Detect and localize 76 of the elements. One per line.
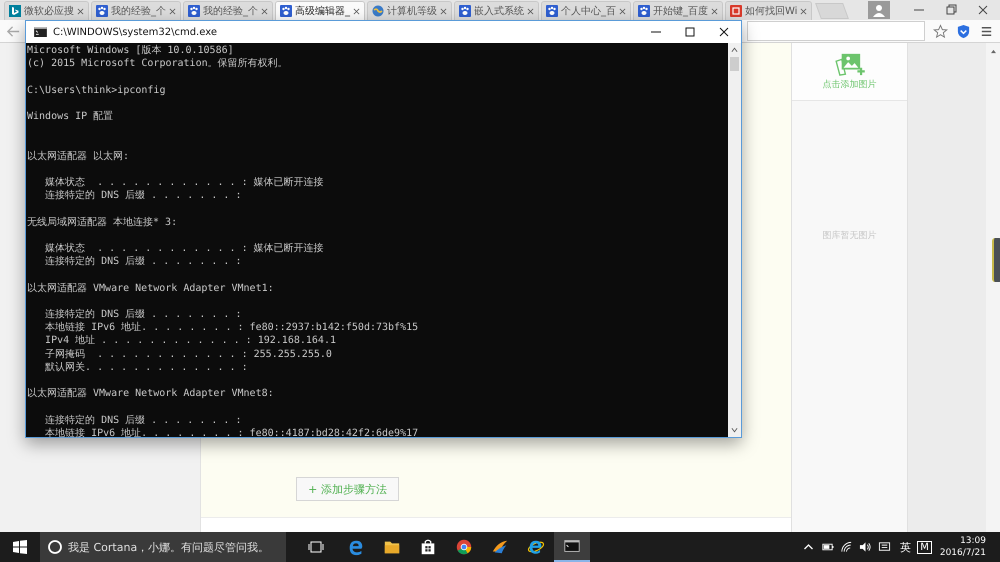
console-line: Windows IP 配置 [27,110,114,124]
paw-icon [280,5,292,17]
input-mode[interactable]: M [917,540,932,554]
notification-icon[interactable] [878,541,892,553]
console-line: 无线局域网适配器 本地连接* 3: [27,216,178,229]
console-line: (c) 2015 Microsoft Corporation。保留所有权利。 [27,57,289,70]
console-icon [563,537,581,555]
e-logo-icon [527,538,545,556]
console-icon [34,27,47,37]
close-icon[interactable] [619,8,626,14]
battery-icon[interactable] [821,541,834,553]
close-icon[interactable] [169,8,176,14]
console-line: 以太网适配器 VMware Network Adapter VMnet1: [27,282,275,295]
shield-icon[interactable] [956,24,971,38]
paw-icon [459,5,471,17]
task-view-icon[interactable] [308,540,324,554]
scroll-up-icon[interactable] [731,47,738,53]
scroll-thumb[interactable] [730,57,739,71]
close-icon[interactable] [711,8,718,14]
scroll-down-icon[interactable] [731,427,738,433]
console-line: 默认网关. . . . . . . . . . . . . : [44,360,249,374]
e-logo-icon [347,538,365,556]
circle-icon [48,540,62,554]
browser-tab[interactable]: 微软必应搜 [4,1,89,20]
scroll-up-icon[interactable] [990,49,996,54]
shopping-bag-icon [419,538,437,556]
close-icon[interactable] [353,8,360,14]
star-icon[interactable] [933,24,948,38]
close-icon[interactable] [440,8,447,14]
scrollbar[interactable] [728,43,741,437]
browser-tab[interactable]: 如何找回Wi [725,1,812,20]
browser-tab[interactable]: 开始键_百度 [633,1,723,20]
browser-tab[interactable]: 我的经验_个 [91,1,181,20]
browser-tab[interactable]: 计算机等级 [367,1,452,20]
window-title: C:\WINDOWS\system32\cmd.exe [53,26,218,38]
globe-icon [372,5,384,17]
console-line: 以太网适配器 VMware Network Adapter VMnet8: [27,387,275,400]
browser-tab[interactable]: 我的经验_个 [183,1,273,20]
close-icon[interactable] [77,8,84,14]
console-line: 连接特定的 DNS 后缀 . . . . . . . : [44,255,242,268]
close-icon[interactable] [527,8,534,14]
paw-icon [188,5,200,17]
browser-tab[interactable]: 嵌入式系统 [454,1,539,20]
console-line: IPv4 地址 . . . . . . . . . . . . : 192.168.164.1 [44,334,337,348]
close-icon[interactable] [800,8,808,14]
console-line: 子网掩码 . . . . . . . . . . . . : 255.255.255.0 [44,348,333,361]
close-icon[interactable] [261,8,268,14]
console-line: Microsoft Windows [版本 10.0.10586] [27,44,235,58]
paw-icon [546,5,558,17]
clock-date[interactable]: 2016/7/21 [940,547,986,559]
meter-widget[interactable] [992,238,1000,282]
paw-icon [638,5,650,17]
paw-icon [96,5,108,17]
cortana-search-field[interactable]: 我是 Cortana，小娜。有问题尽管问我。 [40,532,286,562]
console-line: 连接特定的 DNS 后缀 . . . . . . . : [44,414,242,427]
wing-icon [491,538,509,556]
console-line: 媒体状态 . . . . . . . . . . . . : 媒体已断开连接 [44,242,325,256]
add-image-icon [834,52,866,76]
console-line: 本地链接 IPv6 地址. . . . . . . . : fe80::2937:b142:f50d:73bf%15 [44,321,420,334]
user-icon[interactable] [868,1,890,19]
square-logo-icon [730,5,742,17]
browser-tab[interactable]: 高级编辑器_ [275,1,365,20]
clock-time[interactable]: 13:09 [960,535,986,547]
console-line: 连接特定的 DNS 后缀 . . . . . . . : [44,308,242,322]
chrome-icon [455,538,473,556]
input-language[interactable]: 英 [900,540,912,554]
console-line: 媒体状态 . . . . . . . . . . . . : 媒体已断开连接 [44,176,325,190]
console-line: 连接特定的 DNS 后缀 . . . . . . . : [44,189,242,202]
browser-tab[interactable]: 个人中心_百 [541,1,631,20]
speaker-icon[interactable] [859,541,872,553]
console-line: C:\Users\think>ipconfig [27,84,166,97]
taskbar-app[interactable] [554,532,590,562]
b-letter-icon [9,5,21,17]
console-line: 本地链接 IPv6 地址. . . . . . . . : fe80::4187:bd28:42f2:6de9%17 [44,426,420,440]
console-line: 以太网适配器 以太网: [27,150,130,163]
wifi-icon[interactable] [840,541,854,553]
